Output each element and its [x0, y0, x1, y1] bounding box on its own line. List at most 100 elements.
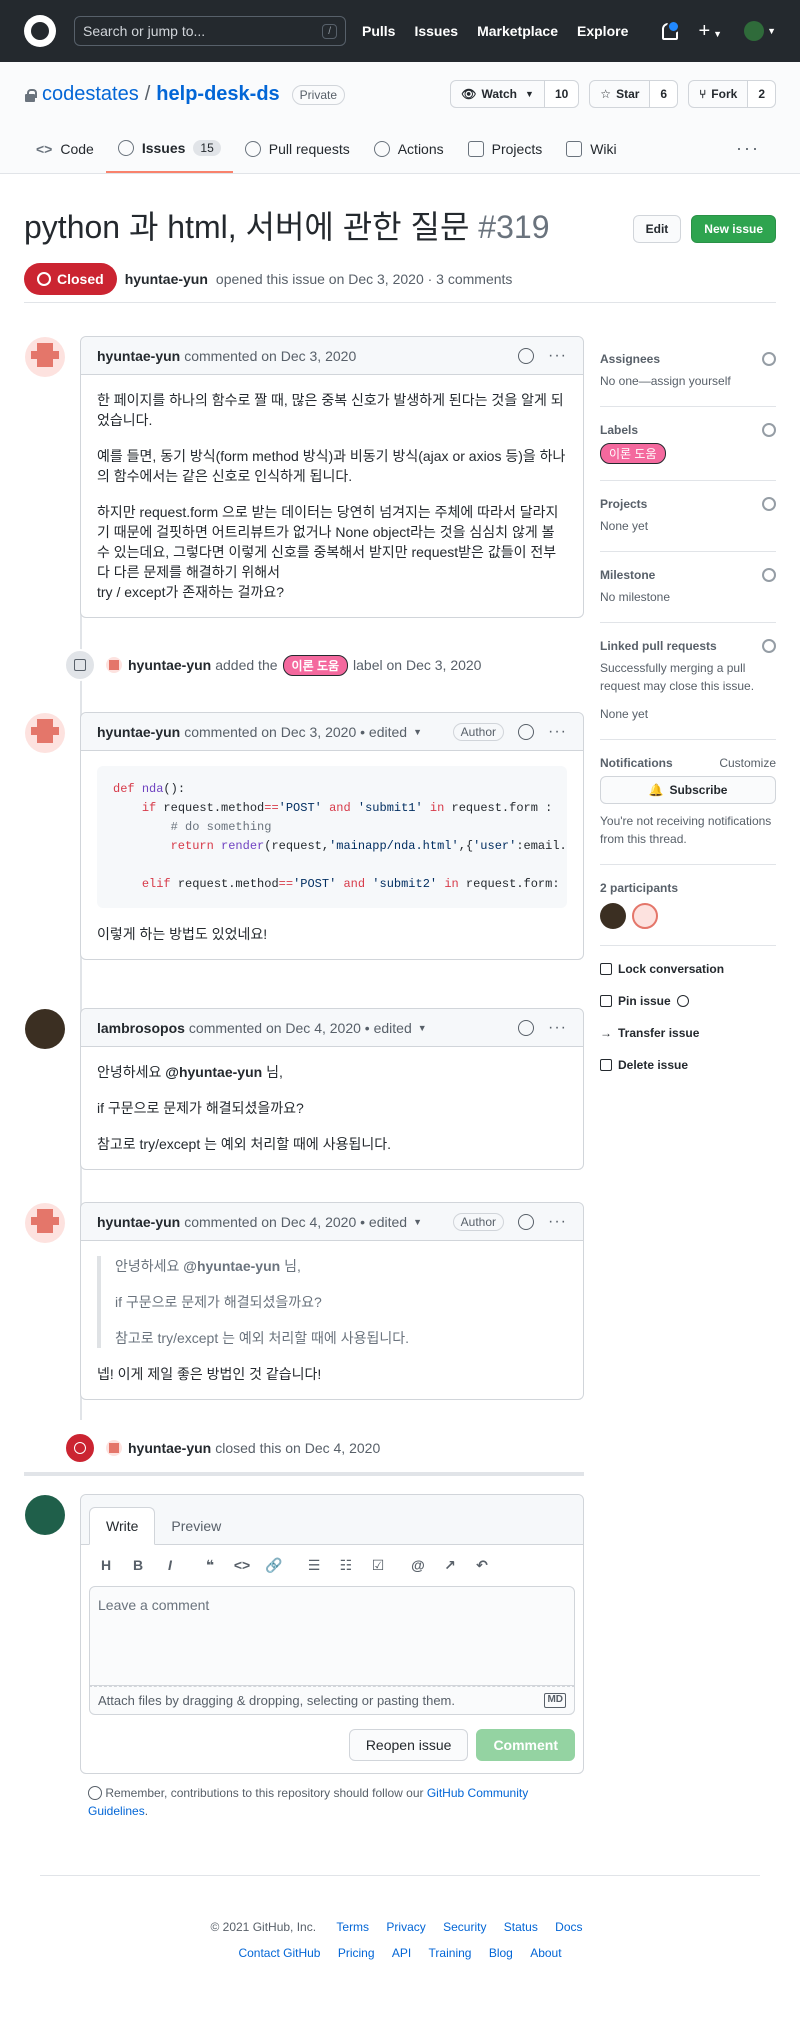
- add-reaction-icon[interactable]: [518, 1213, 535, 1230]
- notifications-bell-icon[interactable]: [660, 20, 681, 40]
- gear-icon[interactable]: [762, 497, 776, 511]
- transfer-issue-button[interactable]: → Transfer issue: [600, 1026, 776, 1040]
- avatar[interactable]: [25, 713, 65, 753]
- comment-author-link[interactable]: lambrosopos: [97, 1020, 185, 1036]
- watch-count[interactable]: 10: [543, 81, 579, 107]
- caret-down-icon[interactable]: ▼: [418, 1023, 427, 1033]
- comment-button[interactable]: Comment: [476, 1729, 575, 1761]
- comment-timestamp[interactable]: commented on Dec 4, 2020 • edited: [184, 1214, 407, 1230]
- tab-preview[interactable]: Preview: [155, 1508, 237, 1544]
- fork-count[interactable]: 2: [747, 81, 775, 107]
- nav-explore[interactable]: Explore: [577, 23, 628, 39]
- footer-link-about[interactable]: About: [530, 1946, 561, 1960]
- repo-name-link[interactable]: help-desk-ds: [156, 83, 279, 106]
- gear-icon[interactable]: [762, 352, 776, 366]
- section-title[interactable]: Linked pull requests: [600, 639, 776, 653]
- nav-pulls[interactable]: Pulls: [362, 23, 395, 39]
- more-tabs-icon[interactable]: ···: [736, 138, 760, 159]
- mention-icon[interactable]: @: [409, 1557, 427, 1574]
- tab-wiki[interactable]: Wiki: [554, 125, 628, 173]
- caret-down-icon[interactable]: ▼: [413, 1217, 422, 1227]
- italic-icon[interactable]: I: [161, 1557, 179, 1574]
- assignees-value[interactable]: No one—assign yourself: [600, 372, 776, 390]
- reopen-issue-button[interactable]: Reopen issue: [348, 1729, 469, 1761]
- heading-icon[interactable]: H: [97, 1557, 115, 1574]
- tab-actions[interactable]: Actions: [362, 125, 456, 173]
- footer-link-training[interactable]: Training: [429, 1946, 472, 1960]
- kebab-menu-icon[interactable]: ···: [548, 1213, 567, 1231]
- saved-replies-icon[interactable]: ↶: [473, 1557, 491, 1574]
- user-menu[interactable]: ▼: [744, 21, 776, 41]
- tab-issues[interactable]: Issues 15: [105, 125, 233, 173]
- code-icon[interactable]: <>: [233, 1557, 251, 1574]
- avatar[interactable]: [25, 1009, 65, 1049]
- comment-textarea[interactable]: Leave a comment: [89, 1586, 575, 1686]
- bold-icon[interactable]: B: [129, 1557, 147, 1574]
- footer-link-privacy[interactable]: Privacy: [386, 1920, 425, 1934]
- unordered-list-icon[interactable]: ☰: [305, 1557, 323, 1574]
- fork-button[interactable]: ⑂ Fork 2: [688, 80, 776, 108]
- avatar[interactable]: [632, 903, 658, 929]
- lock-conversation-button[interactable]: Lock conversation: [600, 962, 776, 976]
- footer-link-pricing[interactable]: Pricing: [338, 1946, 375, 1960]
- comment-timestamp[interactable]: commented on Dec 3, 2020 • edited: [184, 724, 407, 740]
- kebab-menu-icon[interactable]: ···: [548, 1019, 567, 1037]
- quote-icon[interactable]: ❝: [201, 1557, 219, 1574]
- github-logo-icon[interactable]: [24, 15, 56, 47]
- label-badge[interactable]: 이론 도움: [600, 443, 666, 464]
- add-reaction-icon[interactable]: [518, 723, 535, 740]
- comment-timestamp[interactable]: commented on Dec 3, 2020: [184, 348, 356, 364]
- section-title[interactable]: Milestone: [600, 568, 776, 582]
- avatar[interactable]: [25, 1203, 65, 1243]
- footer-link-docs[interactable]: Docs: [555, 1920, 582, 1934]
- star-count[interactable]: 6: [649, 81, 678, 107]
- footer-link-blog[interactable]: Blog: [489, 1946, 513, 1960]
- ordered-list-icon[interactable]: ☷: [337, 1557, 355, 1574]
- new-issue-button[interactable]: New issue: [691, 215, 776, 243]
- kebab-menu-icon[interactable]: ···: [548, 723, 567, 741]
- search-input[interactable]: Search or jump to... /: [74, 16, 346, 46]
- label-badge[interactable]: 이론 도움: [282, 654, 349, 676]
- gear-icon[interactable]: [762, 423, 776, 437]
- footer-link-api[interactable]: API: [392, 1946, 411, 1960]
- event-actor-link[interactable]: hyuntae-yun: [128, 657, 211, 673]
- link-icon[interactable]: 🔗: [265, 1557, 283, 1574]
- edit-title-button[interactable]: Edit: [632, 215, 682, 243]
- task-list-icon[interactable]: ☑: [369, 1557, 387, 1574]
- kebab-menu-icon[interactable]: ···: [548, 347, 567, 365]
- markdown-icon[interactable]: MD: [544, 1693, 566, 1708]
- footer-link-security[interactable]: Security: [443, 1920, 486, 1934]
- subscribe-button[interactable]: 🔔 Subscribe: [600, 776, 776, 804]
- cross-reference-icon[interactable]: ↗: [441, 1557, 459, 1574]
- comment-author-link[interactable]: hyuntae-yun: [97, 348, 180, 364]
- section-title[interactable]: Labels: [600, 423, 776, 437]
- tab-code[interactable]: <> Code: [24, 125, 106, 173]
- pin-issue-button[interactable]: Pin issue: [600, 994, 776, 1008]
- comment-author-link[interactable]: hyuntae-yun: [97, 1214, 180, 1230]
- nav-issues[interactable]: Issues: [414, 23, 458, 39]
- section-title[interactable]: Assignees: [600, 352, 776, 366]
- add-reaction-icon[interactable]: [518, 347, 535, 364]
- tab-write[interactable]: Write: [89, 1507, 156, 1545]
- user-mention[interactable]: @hyuntae-yun: [183, 1258, 280, 1274]
- section-title[interactable]: Projects: [600, 497, 776, 511]
- comment-author-link[interactable]: hyuntae-yun: [97, 724, 180, 740]
- footer-link-status[interactable]: Status: [504, 1920, 538, 1934]
- attach-files-bar[interactable]: Attach files by dragging & dropping, sel…: [89, 1686, 575, 1715]
- repo-owner-link[interactable]: codestates: [42, 83, 139, 106]
- footer-link-contact[interactable]: Contact GitHub: [238, 1946, 320, 1960]
- star-button[interactable]: ☆ Star 6: [589, 80, 679, 108]
- customize-link[interactable]: Customize: [719, 756, 776, 770]
- caret-down-icon[interactable]: ▼: [413, 727, 422, 737]
- comment-timestamp[interactable]: commented on Dec 4, 2020 • edited: [189, 1020, 412, 1036]
- delete-issue-button[interactable]: Delete issue: [600, 1058, 776, 1072]
- add-reaction-icon[interactable]: [518, 1019, 535, 1036]
- watch-button[interactable]: 👁 Watch ▼ 10: [450, 80, 580, 108]
- event-actor-link[interactable]: hyuntae-yun: [128, 1440, 211, 1456]
- tab-pull-requests[interactable]: Pull requests: [233, 125, 362, 173]
- issue-author-link[interactable]: hyuntae-yun: [125, 271, 208, 287]
- tab-projects[interactable]: Projects: [456, 125, 555, 173]
- footer-link-terms[interactable]: Terms: [336, 1920, 369, 1934]
- gear-icon[interactable]: [762, 568, 776, 582]
- avatar[interactable]: [600, 903, 626, 929]
